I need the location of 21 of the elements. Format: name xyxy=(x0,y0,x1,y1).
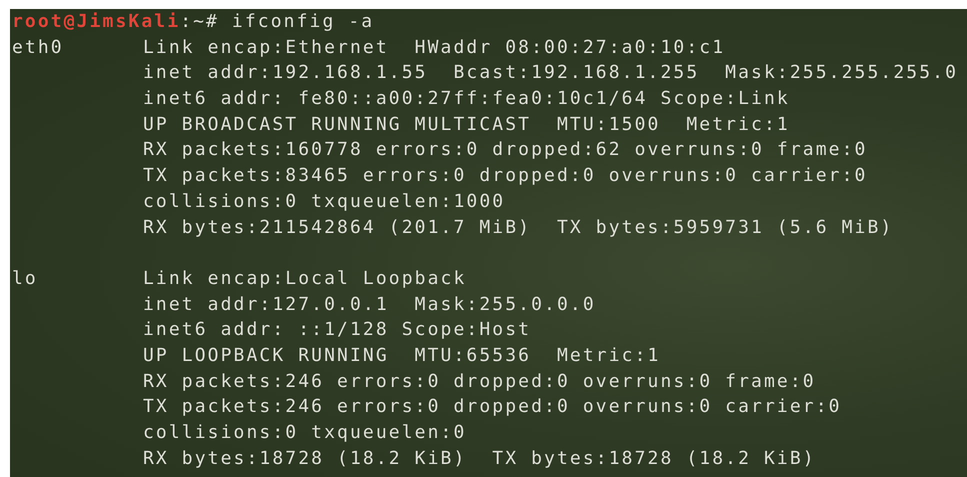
output-line: Link encap:Local Loopback xyxy=(143,266,468,291)
output-line: collisions:0 txqueuelen:1000 xyxy=(143,190,506,214)
output-line: UP BROADCAST RUNNING MULTICAST MTU:1500 Metric:1 xyxy=(143,112,791,137)
output-line: RX bytes:18728 (18.2 KiB) TX bytes:18728 (18.2 KiB) xyxy=(143,446,817,471)
output-line: RX packets:246 errors:0 dropped:0 overruns:0 frame:0 xyxy=(143,370,817,394)
output-line: RX bytes:211542864 (201.7 MiB) TX bytes:5959731 (5.6 MiB) xyxy=(143,216,894,240)
output-line: RX packets:160778 errors:0 dropped:62 overruns:0 frame:0 xyxy=(143,138,868,162)
output-line: TX packets:83465 errors:0 dropped:0 overruns:0 carrier:0 xyxy=(143,164,868,188)
output-line: collisions:0 txqueuelen:0 xyxy=(143,421,468,445)
output-line: UP LOOPBACK RUNNING MTU:65536 Metric:1 xyxy=(143,344,662,368)
prompt-user-host: root@JimsKali xyxy=(12,10,180,34)
output-line: inet6 addr: fe80::a00:27ff:fea0:10c1/64 Scope:Link xyxy=(143,87,791,112)
output-line: inet6 addr: ::1/128 Scope:Host xyxy=(143,318,532,342)
output-line: inet addr:127.0.0.1 Mask:255.0.0.0 xyxy=(143,292,597,317)
interface-name: lo xyxy=(12,266,39,291)
prompt-path: :~# xyxy=(180,10,219,34)
output-line: inet addr:192.168.1.55 Bcast:192.168.1.255 Mask:255.255.255.0 xyxy=(143,61,958,86)
command-text: ifconfig -a xyxy=(230,10,374,34)
interface-name: eth0 xyxy=(12,36,65,60)
output-line: Link encap:Ethernet HWaddr 08:00:27:a0:10:c1 xyxy=(143,36,726,60)
output-line: TX packets:246 errors:0 dropped:0 overruns:0 carrier:0 xyxy=(143,395,842,420)
